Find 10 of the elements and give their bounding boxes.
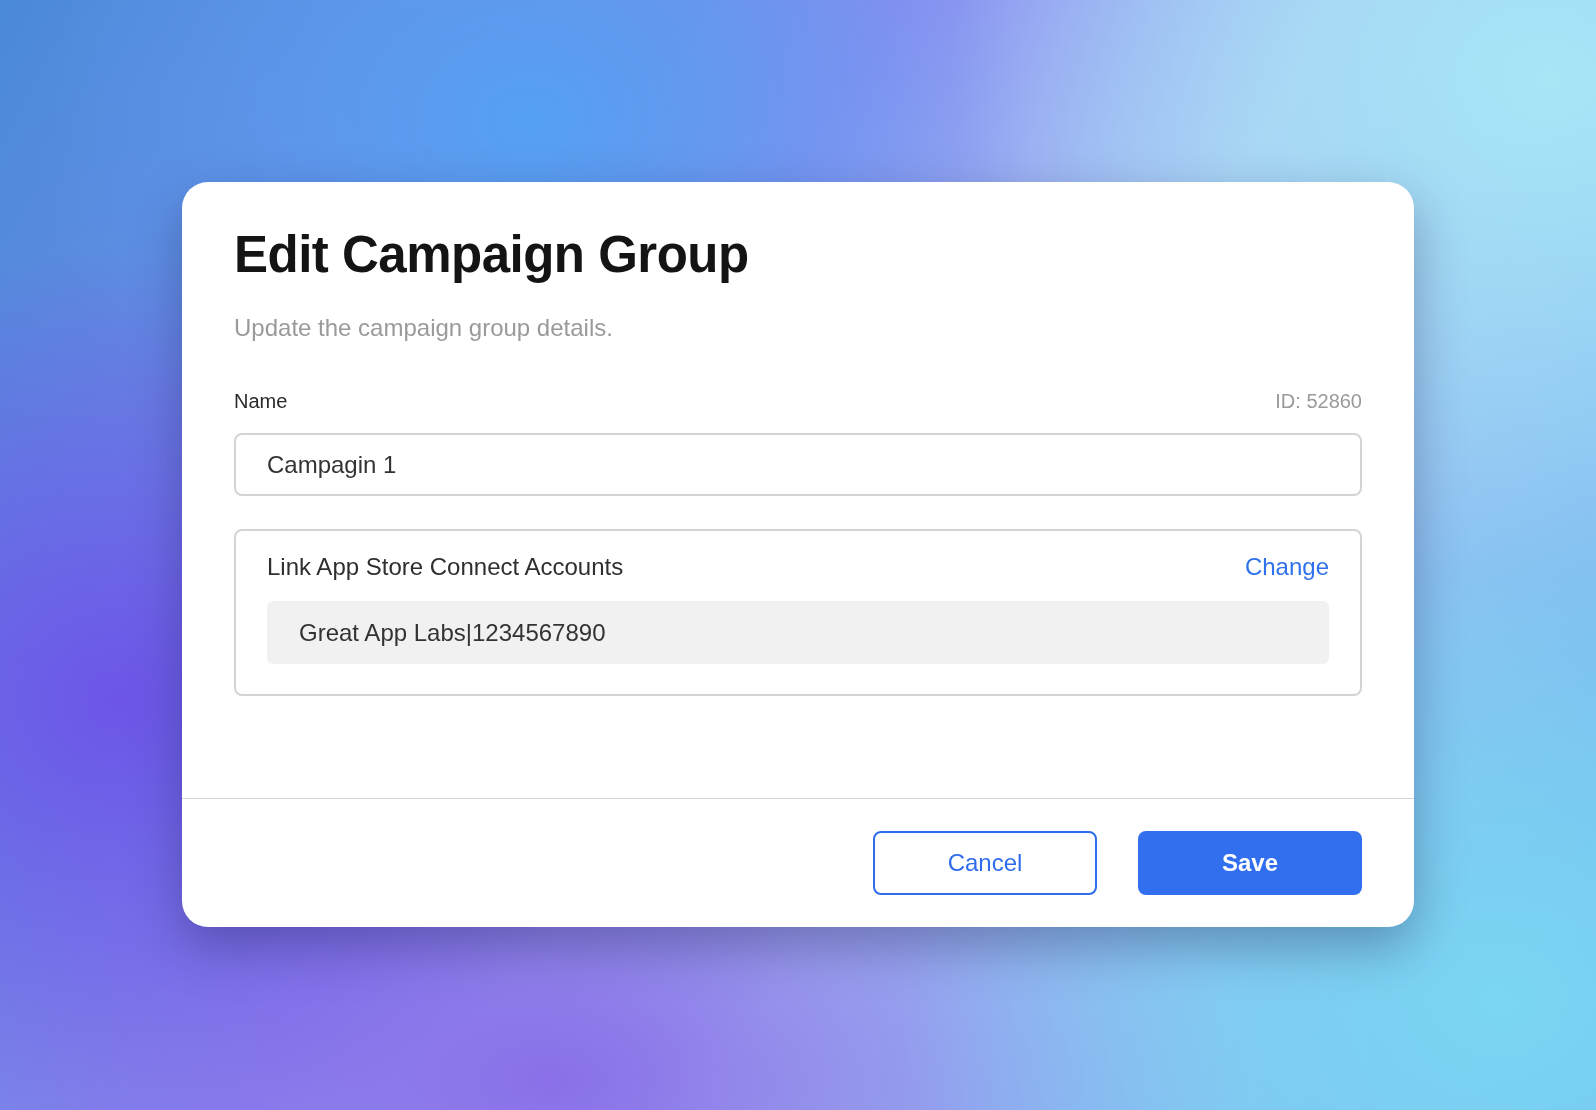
section-title: Link App Store Connect Accounts: [267, 553, 624, 582]
id-text: ID: 52860: [1275, 390, 1362, 414]
dialog-title: Edit Campaign Group: [234, 225, 750, 285]
change-link[interactable]: Change: [1244, 553, 1329, 582]
field-label: Name: [234, 390, 288, 414]
name-input-field[interactable]: Campagin 1: [234, 433, 1362, 497]
dialog-subtitle: Update the campaign group details.: [234, 314, 614, 343]
save-button[interactable]: Save: [1138, 831, 1362, 895]
account-entry: Great App Labs|1234567890: [267, 601, 1329, 665]
cancel-button[interactable]: Cancel: [873, 831, 1097, 895]
